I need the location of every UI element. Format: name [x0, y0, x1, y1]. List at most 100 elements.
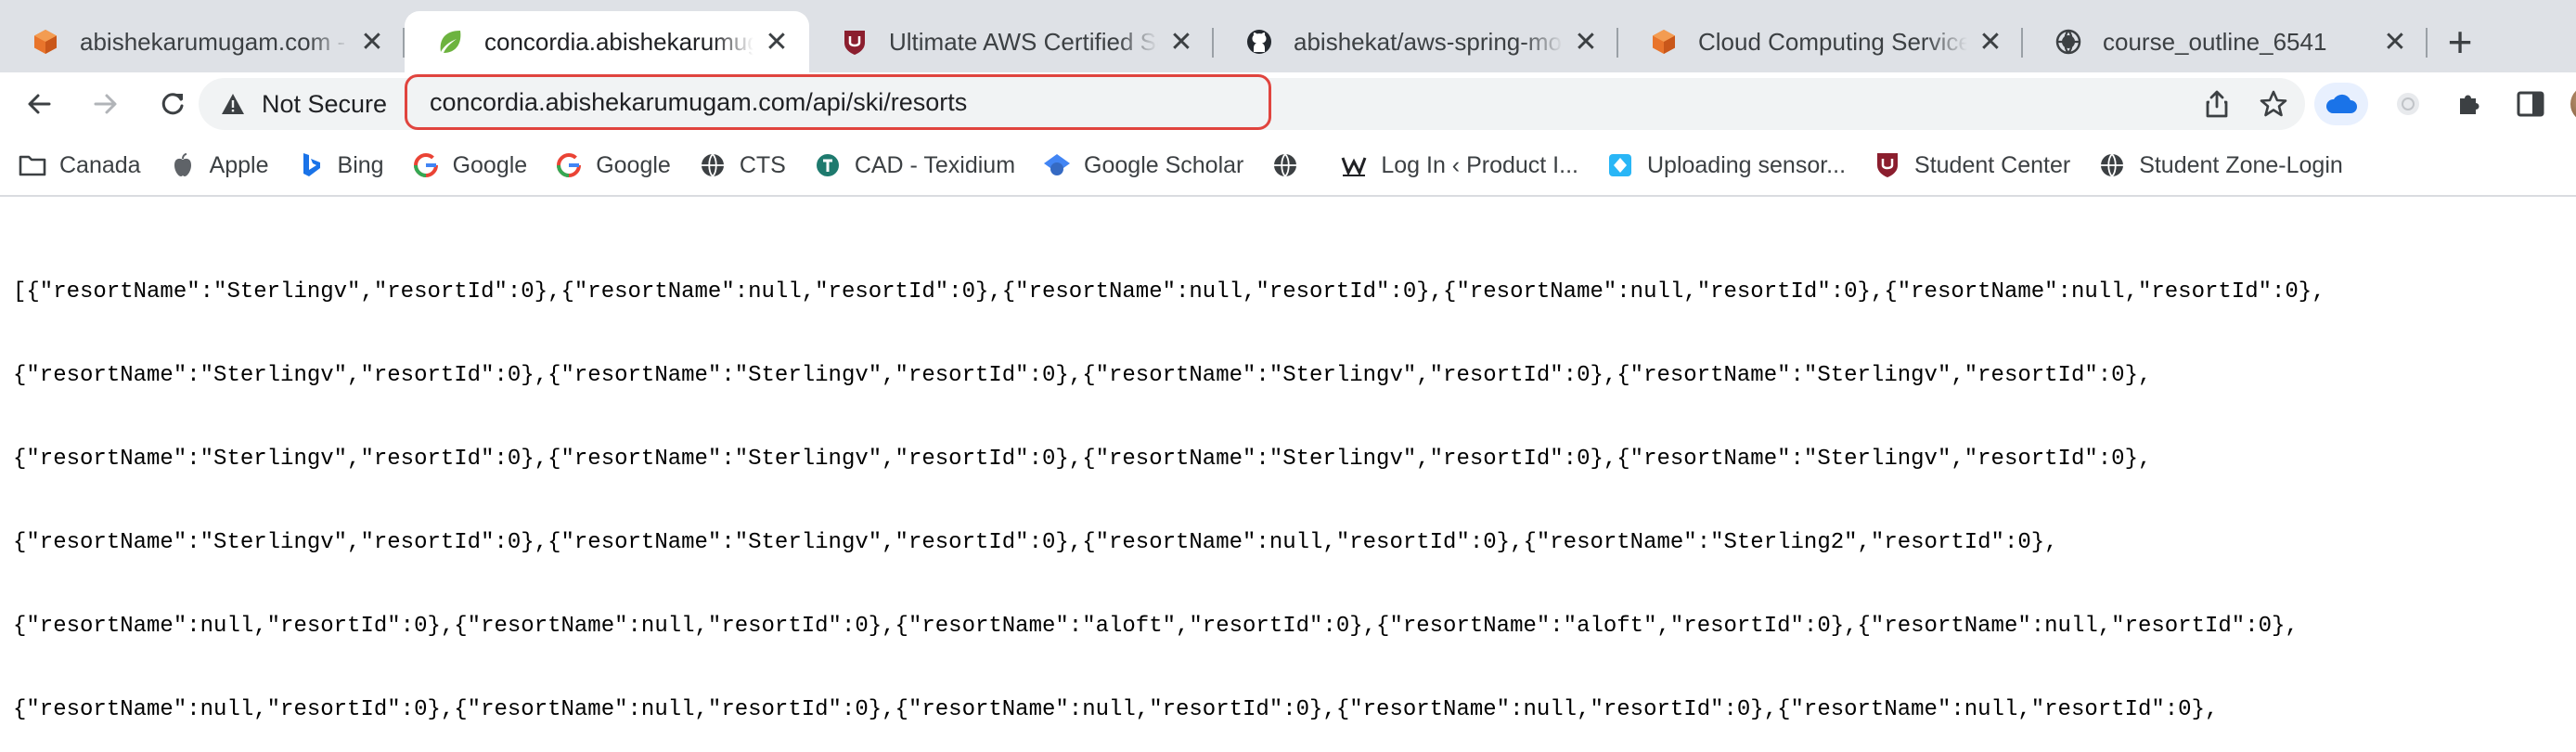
tab-separator: [2426, 28, 2428, 58]
bookmarks-bar: Canada Apple Bing Google Google CTS CAD …: [0, 136, 2576, 197]
bookmark-uploading-sensor[interactable]: Uploading sensor...: [1606, 151, 1846, 179]
bookmark-label: Apple: [209, 151, 269, 178]
bookmark-label: Google: [452, 151, 528, 178]
udemy-shield-icon: [1874, 151, 1901, 179]
side-panel-icon: [2517, 91, 2544, 117]
tab-abishekarumugam[interactable]: abishekarumugam.com - dc ✕: [0, 11, 405, 72]
bookmark-label: Bing: [337, 151, 384, 178]
scholar-icon: [1043, 151, 1071, 179]
arrow-left-icon: [28, 94, 51, 114]
new-tab-button[interactable]: +: [2428, 11, 2492, 72]
browser-toolbar: Not Secure concordia.abishekarumugam.com…: [0, 72, 2576, 136]
tab-title: Cloud Computing Services: [1698, 27, 1967, 56]
bookmark-unnamed[interactable]: [1271, 151, 1312, 179]
security-label: Not Secure: [262, 89, 388, 118]
reload-button[interactable]: [145, 76, 200, 132]
globe-icon: [699, 151, 727, 179]
tab-strip: abishekarumugam.com - dc ✕ concordia.abi…: [0, 0, 2576, 72]
bookmark-texidium[interactable]: CAD - Texidium: [814, 151, 1015, 179]
bookmark-label: CTS: [739, 151, 786, 178]
texidium-icon: [814, 151, 842, 179]
close-icon[interactable]: ✕: [1977, 27, 2004, 58]
json-line: {"resortName":"Sterlingv","resortId":0},…: [13, 530, 2058, 555]
json-line: {"resortName":null,"resortId":0},{"resor…: [13, 697, 2219, 722]
omnibox[interactable]: Not Secure concordia.abishekarumugam.com…: [199, 74, 2305, 130]
google-icon: [555, 151, 583, 179]
aws-cube-icon: [30, 26, 61, 58]
bookmark-product-login[interactable]: Log In ‹ Product I...: [1340, 151, 1578, 179]
security-indicator[interactable]: Not Secure: [221, 78, 387, 130]
url-field[interactable]: concordia.abishekarumugam.com/api/ski/re…: [405, 74, 1271, 130]
side-panel-button[interactable]: [2509, 83, 2552, 125]
folder-icon: [19, 151, 46, 179]
arrow-right-icon: [94, 94, 117, 114]
tab-github-repo[interactable]: abishekat/aws-spring-mon ✕: [1214, 11, 1618, 72]
tab-title: Ultimate AWS Certified Solu: [889, 27, 1158, 56]
bookmark-canada[interactable]: Canada: [19, 151, 141, 179]
tab-course-outline[interactable]: course_outline_6541 ✕: [2023, 11, 2428, 72]
bookmark-label: Canada: [59, 151, 141, 178]
share-icon[interactable]: [2203, 89, 2231, 119]
bookmark-student-center[interactable]: Student Center: [1874, 151, 2070, 179]
close-icon[interactable]: ✕: [1572, 27, 1600, 58]
product-icon: [1340, 151, 1368, 179]
tab-title: abishekat/aws-spring-mon: [1294, 27, 1563, 56]
reload-icon: [161, 93, 184, 115]
bookmark-google-scholar[interactable]: Google Scholar: [1043, 151, 1243, 179]
aws-cube-icon: [1648, 26, 1680, 58]
tab-title: concordia.abishekarumuga: [484, 27, 753, 56]
back-button[interactable]: [11, 76, 67, 132]
avatar[interactable]: [2570, 85, 2576, 123]
tab-title: course_outline_6541: [2103, 27, 2327, 56]
bookmark-star-icon[interactable]: [2259, 89, 2288, 119]
bookmark-label: Student Center: [1914, 151, 2071, 178]
cloud-icon: [2325, 94, 2357, 113]
globe-icon: [2098, 151, 2126, 179]
spring-leaf-icon: [434, 26, 466, 58]
json-line: {"resortName":"Sterlingv","resortId":0},…: [13, 363, 2152, 388]
bookmark-label: Google: [596, 151, 671, 178]
bookmark-cts[interactable]: CTS: [699, 151, 786, 179]
plus-icon: +: [2447, 18, 2473, 66]
globe-icon: [2053, 26, 2084, 58]
bookmark-label: CAD - Texidium: [854, 151, 1016, 178]
puzzle-icon: [2460, 95, 2479, 114]
json-response-body: [{"resortName":"Sterlingv","resortId":0}…: [13, 223, 2565, 752]
json-line: {"resortName":null,"resortId":0},{"resor…: [13, 614, 2299, 639]
close-icon[interactable]: ✕: [358, 27, 386, 58]
udemy-shield-icon: [839, 26, 870, 58]
url-text: concordia.abishekarumugam.com/api/ski/re…: [430, 87, 968, 116]
bing-icon: [297, 151, 325, 179]
omnibox-actions: [2203, 78, 2288, 130]
github-icon: [1243, 26, 1275, 58]
bookmark-google[interactable]: Google: [555, 151, 671, 179]
bookmark-label: Student Zone-Login: [2139, 151, 2343, 178]
json-line: [{"resortName":"Sterlingv","resortId":0}…: [13, 279, 2325, 305]
sensor-icon: [1606, 151, 1634, 179]
bookmark-student-zone-login[interactable]: Student Zone-Login: [2098, 151, 2343, 179]
json-line: {"resortName":"Sterlingv","resortId":0},…: [13, 447, 2152, 472]
tab-aws-course[interactable]: Ultimate AWS Certified Solu ✕: [809, 11, 1214, 72]
bookmark-label: Google Scholar: [1084, 151, 1244, 178]
bookmark-label: Uploading sensor...: [1646, 151, 1847, 178]
bookmark-apple[interactable]: Apple: [169, 151, 269, 179]
close-icon[interactable]: ✕: [2381, 27, 2409, 58]
tab-concordia[interactable]: concordia.abishekarumuga ✕: [405, 11, 809, 72]
bookmark-google[interactable]: Google: [412, 151, 528, 179]
globe-icon: [1271, 151, 1299, 179]
close-icon[interactable]: ✕: [1167, 27, 1195, 58]
tab-title: abishekarumugam.com - dc: [80, 27, 349, 56]
extension-button[interactable]: [2314, 83, 2368, 125]
extension-gear-icon: [2397, 93, 2419, 115]
bookmark-bing[interactable]: Bing: [297, 151, 384, 179]
extensions-button[interactable]: [2448, 83, 2491, 125]
extension-button[interactable]: [2387, 83, 2429, 125]
google-icon: [412, 151, 440, 179]
extensions-area: [2314, 72, 2576, 136]
forward-button[interactable]: [78, 76, 134, 132]
apple-icon: [169, 151, 197, 179]
warning-icon: [222, 94, 244, 114]
close-icon[interactable]: ✕: [763, 27, 791, 58]
tab-cloud-computing[interactable]: Cloud Computing Services ✕: [1618, 11, 2023, 72]
bookmark-label: Log In ‹ Product I...: [1381, 151, 1578, 178]
